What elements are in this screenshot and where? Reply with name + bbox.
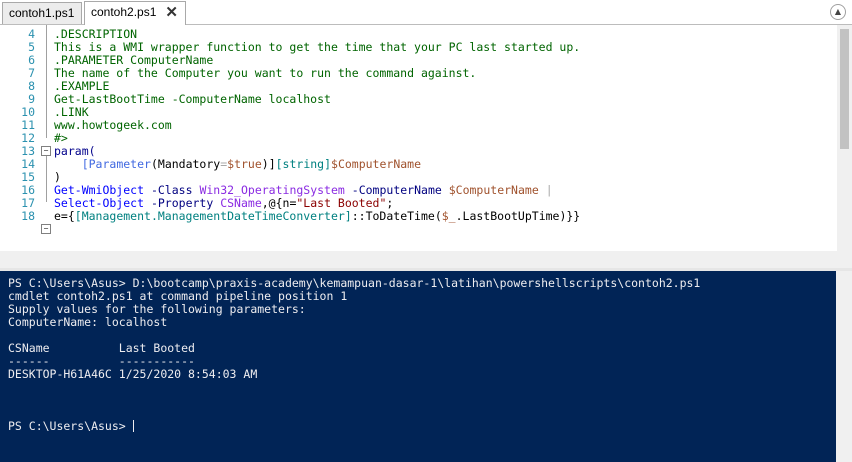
- code-line: This is a WMI wrapper function to get th…: [54, 40, 581, 54]
- code-token: -ComputerName: [351, 183, 442, 197]
- line-gutter: 4 5 6 7 8 9 10 11 12 13 14 15 16 17 18: [0, 25, 38, 268]
- line-number: 6: [28, 53, 35, 67]
- code-token: -Property: [150, 196, 214, 210]
- console-line: DESKTOP-H61A46C 1/25/2020 8:54:03 AM: [8, 367, 258, 381]
- code-token: ,@{n=: [261, 196, 297, 210]
- collapse-icon[interactable]: ▲: [830, 4, 846, 20]
- code-line: ): [54, 170, 61, 184]
- tab-contoh2[interactable]: contoh2.ps1 ✕: [84, 1, 186, 25]
- code-line: .PARAMETER ComputerName: [54, 53, 214, 67]
- code-token: ::ToDateTime(: [351, 209, 442, 223]
- line-number: 15: [21, 170, 35, 184]
- code-line: The name of the Computer you want to run…: [54, 66, 477, 80]
- fold-guide: [46, 25, 47, 138]
- fold-guide: [46, 156, 47, 202]
- code-token: $true: [227, 157, 262, 171]
- code-line: .EXAMPLE: [54, 79, 110, 93]
- code-token: ;: [386, 196, 394, 210]
- editor-vertical-scrollbar[interactable]: [837, 25, 852, 251]
- code-token: Get-WmiObject: [54, 183, 145, 197]
- code-token: [string]: [275, 157, 332, 171]
- line-number: 9: [28, 92, 35, 106]
- console-pane[interactable]: PS C:\Users\Asus> D:\bootcamp\praxis-aca…: [0, 271, 836, 462]
- code-token: $_: [441, 209, 456, 223]
- line-number: 5: [28, 40, 35, 54]
- console-line: ComputerName: localhost: [8, 315, 168, 329]
- console-line: cmdlet contoh2.ps1 at command pipeline p…: [8, 289, 348, 303]
- code-line: Get-LastBootTime -ComputerName localhost: [54, 92, 331, 106]
- code-token: |: [545, 183, 553, 197]
- code-token: (: [150, 157, 158, 171]
- code-line: Select-Object -Property CSName,@{n="Last…: [54, 196, 393, 210]
- code-line: param(: [54, 144, 96, 158]
- code-token: Mandatory: [157, 157, 221, 171]
- fold-toggle-icon[interactable]: −: [41, 146, 51, 156]
- code-line: Get-WmiObject -Class Win32_OperatingSyst…: [54, 183, 553, 197]
- line-number: 18: [21, 209, 35, 223]
- console-line: Supply values for the following paramete…: [8, 302, 306, 316]
- tab-contoh1[interactable]: contoh1.ps1: [2, 2, 82, 24]
- code-line: e={[Management.ManagementDateTimeConvert…: [54, 209, 580, 223]
- code-token: [Parameter: [81, 157, 151, 171]
- line-number: 11: [21, 118, 35, 132]
- editor-horizontal-scrollbar[interactable]: [0, 251, 852, 268]
- code-line: .LINK: [54, 105, 89, 119]
- code-token: Win32_OperatingSystem: [199, 183, 345, 197]
- console-vertical-scrollbar[interactable]: [836, 271, 852, 462]
- tab-label: contoh1.ps1: [9, 6, 75, 20]
- code-token: -Class: [150, 183, 193, 197]
- code-line: www.howtogeek.com: [54, 118, 172, 132]
- code-token: "Last Booted": [296, 196, 387, 210]
- code-token: )]: [261, 157, 276, 171]
- line-number: 8: [28, 79, 35, 93]
- console-line: CSName Last Booted: [8, 341, 195, 355]
- code-line: #>: [54, 131, 68, 145]
- console-line: ------ -----------: [8, 354, 195, 368]
- line-number: 14: [21, 157, 35, 171]
- prompt-text: PS C:\Users\Asus>: [8, 419, 133, 433]
- line-number: 7: [28, 66, 35, 80]
- code-token: CSName: [220, 196, 262, 210]
- code-token: $ComputerName: [331, 157, 422, 171]
- code-token: e={: [54, 209, 75, 223]
- code-token: Select-Object: [54, 196, 145, 210]
- line-number: 12: [21, 131, 35, 145]
- close-icon[interactable]: ✕: [165, 2, 178, 23]
- code-token: [Management.ManagementDateTimeConverter]: [74, 209, 352, 223]
- script-editor[interactable]: 4 5 6 7 8 9 10 11 12 13 14 15 16 17 18 −…: [0, 25, 852, 268]
- line-number: 13: [21, 144, 35, 158]
- tab-label: contoh2.ps1: [91, 5, 157, 19]
- code-line: [Parameter(Mandatory=$true)][string]$Com…: [54, 157, 421, 171]
- line-number: 4: [28, 27, 35, 41]
- scrollbar-thumb[interactable]: [840, 29, 849, 149]
- fold-toggle-icon[interactable]: −: [41, 224, 51, 234]
- tab-bar: contoh1.ps1 contoh2.ps1 ✕ ▲: [0, 0, 852, 25]
- console-prompt[interactable]: PS C:\Users\Asus>: [8, 419, 134, 433]
- text-caret: [132, 420, 134, 432]
- line-number: 16: [21, 183, 35, 197]
- code-line: .DESCRIPTION: [54, 27, 138, 41]
- code-token: .LastBootUpTime)}}: [455, 209, 581, 223]
- line-number: 17: [21, 196, 35, 210]
- console-line: PS C:\Users\Asus> D:\bootcamp\praxis-aca…: [8, 276, 701, 290]
- line-number: 10: [21, 105, 35, 119]
- code-token: $ComputerName: [448, 183, 539, 197]
